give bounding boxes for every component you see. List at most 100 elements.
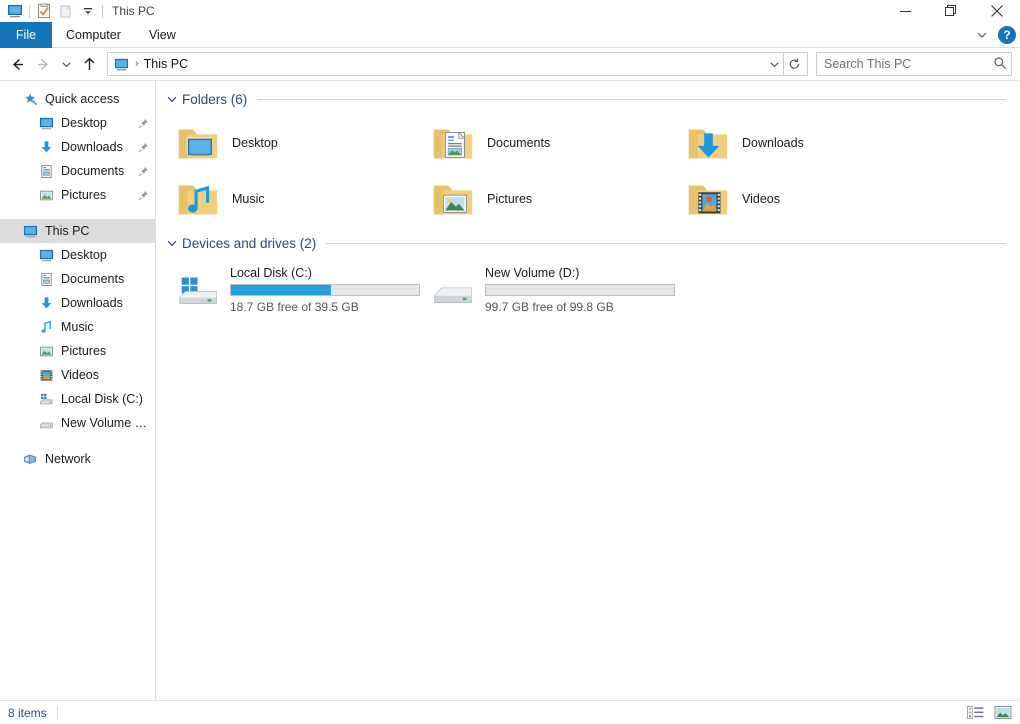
navigation-pane[interactable]: Quick access Desktop [0,81,156,700]
new-folder-icon[interactable] [55,1,77,21]
customize-qat-icon[interactable] [77,1,99,21]
forward-button[interactable] [30,51,56,77]
pictures-icon [38,187,54,203]
sidebar-label: Music [61,320,94,334]
sidebar-label: Downloads [61,140,123,154]
recent-locations-button[interactable] [56,51,76,77]
drive-info: New Volume (D:) 99.7 GB free of 99.8 GB [485,266,675,314]
group-title: Devices and drives (2) [182,236,316,251]
windows-drive-icon [38,391,54,407]
file-list-pane[interactable]: Folders (6) [156,81,1020,700]
status-divider [57,706,58,720]
sidebar-label: Desktop [61,248,107,262]
view-mode-buttons [964,704,1014,722]
back-button[interactable] [4,51,30,77]
folder-desktop-icon [174,119,222,167]
drive-icon [38,415,54,431]
sidebar-spacer-2 [0,435,155,447]
sidebar-label: Local Disk (C:) [61,392,143,406]
this-pc-icon[interactable] [4,1,26,21]
folder-pictures-icon [429,175,477,223]
sidebar-item-pc-downloads[interactable]: Downloads [0,291,155,315]
drive-icon [429,266,477,314]
pin-icon[interactable] [137,117,149,129]
sidebar-label: This PC [45,224,89,238]
list-item-label: Music [232,192,265,206]
sidebar-item-local-disk-c[interactable]: Local Disk (C:) [0,387,155,411]
sidebar-item-desktop[interactable]: Desktop [0,111,155,135]
chevron-down-icon[interactable] [164,91,180,107]
folder-videos-icon [684,175,732,223]
pin-icon[interactable] [137,189,149,201]
list-item[interactable]: Videos [680,171,935,227]
documents-icon [38,271,54,287]
drive-info: Local Disk (C:) 18.7 GB free of 39.5 GB [230,266,420,314]
pin-icon[interactable] [137,141,149,153]
drive-label: New Volume (D:) [485,266,675,280]
group-header-devices[interactable]: Devices and drives (2) [156,231,1020,255]
search-box[interactable] [816,52,1012,76]
qat-divider-2 [102,5,103,18]
list-item[interactable]: Documents [425,115,680,171]
list-item[interactable]: Downloads [680,115,935,171]
list-item[interactable]: Music [170,171,425,227]
sidebar-item-pc-videos[interactable]: Videos [0,363,155,387]
large-icons-view-button[interactable] [992,704,1014,722]
search-input[interactable] [824,57,993,71]
sidebar-item-pc-documents[interactable]: Documents [0,267,155,291]
address-path-box[interactable]: › This PC [107,52,808,76]
search-icon[interactable] [993,56,1007,73]
ribbon-tab-bar: File Computer View ? [0,22,1020,48]
list-item-label: Documents [487,136,550,150]
properties-icon[interactable] [33,1,55,21]
network-icon [22,451,38,467]
help-icon[interactable]: ? [998,26,1016,44]
chevron-down-icon[interactable] [972,25,992,45]
sidebar-item-documents[interactable]: Documents [0,159,155,183]
sidebar-item-pc-music[interactable]: Music [0,315,155,339]
sidebar-item-new-volume-d[interactable]: New Volume (D:) [0,411,155,435]
sidebar-item-quick-access[interactable]: Quick access [0,87,155,111]
sidebar-item-pc-desktop[interactable]: Desktop [0,243,155,267]
videos-icon [38,367,54,383]
restore-button[interactable] [928,0,974,22]
tab-view[interactable]: View [135,22,190,48]
list-item[interactable]: New Volume (D:) 99.7 GB free of 99.8 GB [425,261,680,319]
downloads-icon [38,139,54,155]
sidebar-item-pictures[interactable]: Pictures [0,183,155,207]
sidebar-item-this-pc[interactable]: This PC [0,219,155,243]
minimize-button[interactable] [882,0,928,22]
list-item[interactable]: Local Disk (C:) 18.7 GB free of 39.5 GB [170,261,425,319]
tab-file[interactable]: File [0,22,52,48]
drive-free-text: 99.7 GB free of 99.8 GB [485,300,675,314]
file-explorer-window: This PC File Computer View [0,0,1020,724]
qat-divider-1 [29,5,30,18]
desktop-icon [38,247,54,263]
list-item[interactable]: Pictures [425,171,680,227]
drive-capacity-bar [485,284,675,296]
drive-capacity-bar [230,284,420,296]
star-pin-icon [22,91,38,107]
chevron-down-icon[interactable] [164,235,180,251]
list-item[interactable]: Desktop [170,115,425,171]
title-bar: This PC [0,0,1020,22]
downloads-icon [38,295,54,311]
group-header-folders[interactable]: Folders (6) [156,87,1020,111]
sidebar-item-network[interactable]: Network [0,447,155,471]
sidebar-label: Pictures [61,344,106,358]
sidebar-item-downloads[interactable]: Downloads [0,135,155,159]
refresh-icon[interactable] [783,52,805,76]
previous-locations-icon[interactable] [765,53,783,75]
close-button[interactable] [974,0,1020,22]
sidebar-item-pc-pictures[interactable]: Pictures [0,339,155,363]
sidebar-label: Desktop [61,116,107,130]
breadcrumb-this-pc[interactable]: This PC [144,57,188,71]
pictures-icon [38,343,54,359]
documents-icon [38,163,54,179]
details-view-button[interactable] [964,704,986,722]
up-button[interactable] [76,51,102,77]
list-item-label: Videos [742,192,780,206]
pin-icon[interactable] [137,165,149,177]
tab-computer[interactable]: Computer [52,22,135,48]
group-divider [326,243,1006,244]
